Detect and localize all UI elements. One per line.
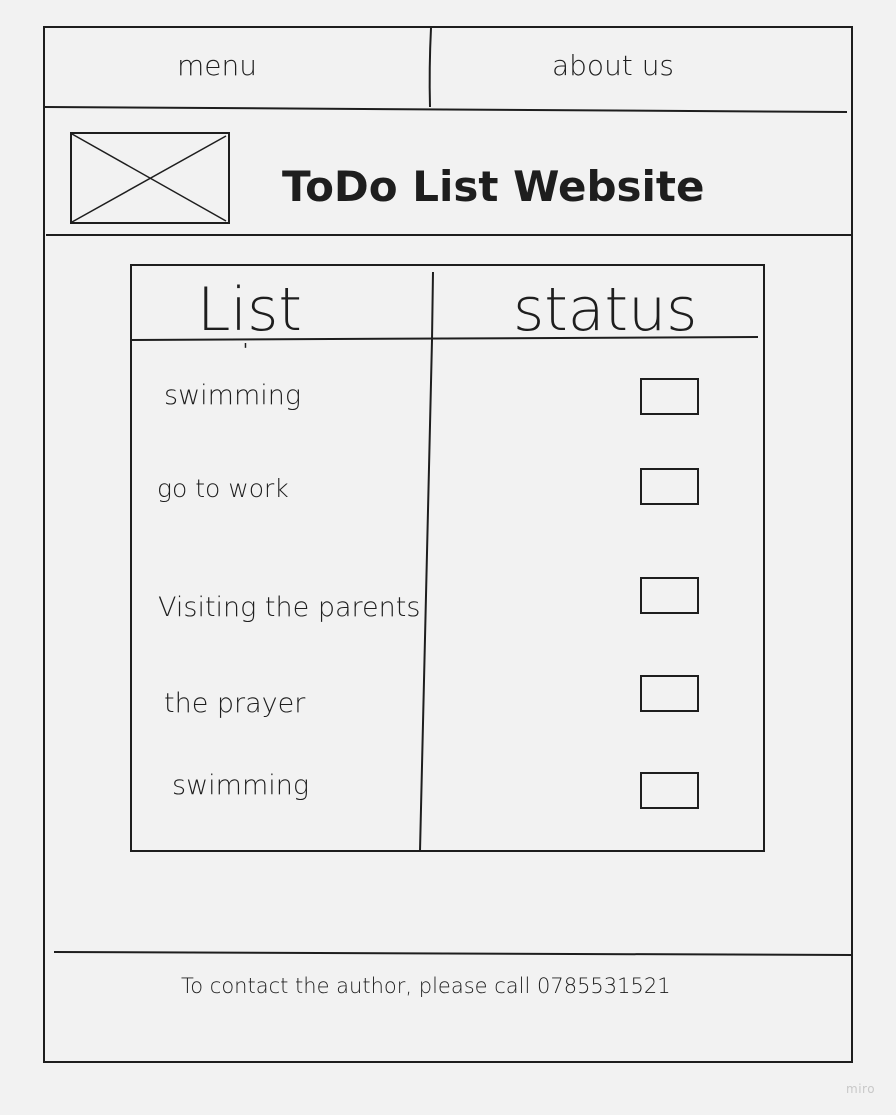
table-border bbox=[130, 264, 765, 852]
miro-watermark: miro bbox=[846, 1082, 876, 1096]
column-header-list: List bbox=[197, 275, 302, 345]
checkbox-icon[interactable] bbox=[640, 468, 700, 506]
image-placeholder-icon bbox=[70, 132, 230, 224]
nav-bottom-line bbox=[44, 106, 848, 113]
task-label: swimming bbox=[164, 380, 302, 411]
footer-top-line bbox=[53, 951, 853, 956]
page-title: ToDo List Website bbox=[282, 162, 705, 211]
stray-tick-mark: ' bbox=[243, 340, 248, 361]
table-column-divider bbox=[419, 271, 434, 852]
checkbox-icon[interactable] bbox=[640, 675, 700, 713]
footer-contact-text: To contact the author, please call 07855… bbox=[181, 974, 671, 998]
checkbox-icon[interactable] bbox=[640, 577, 700, 615]
task-label: the prayer bbox=[164, 688, 306, 719]
nav-menu-link[interactable]: menu bbox=[177, 52, 257, 80]
nav-about-link[interactable]: about us bbox=[552, 52, 674, 80]
column-header-status: status bbox=[513, 275, 698, 345]
wireframe-canvas: menu about us ToDo List Website List sta… bbox=[0, 0, 896, 1115]
checkbox-icon[interactable] bbox=[640, 772, 700, 810]
checkbox-icon[interactable] bbox=[640, 378, 700, 416]
task-label: swimming bbox=[172, 770, 310, 801]
nav-divider bbox=[428, 27, 432, 108]
task-label: Visiting the parents bbox=[158, 592, 421, 623]
task-label: go to work bbox=[157, 474, 289, 503]
